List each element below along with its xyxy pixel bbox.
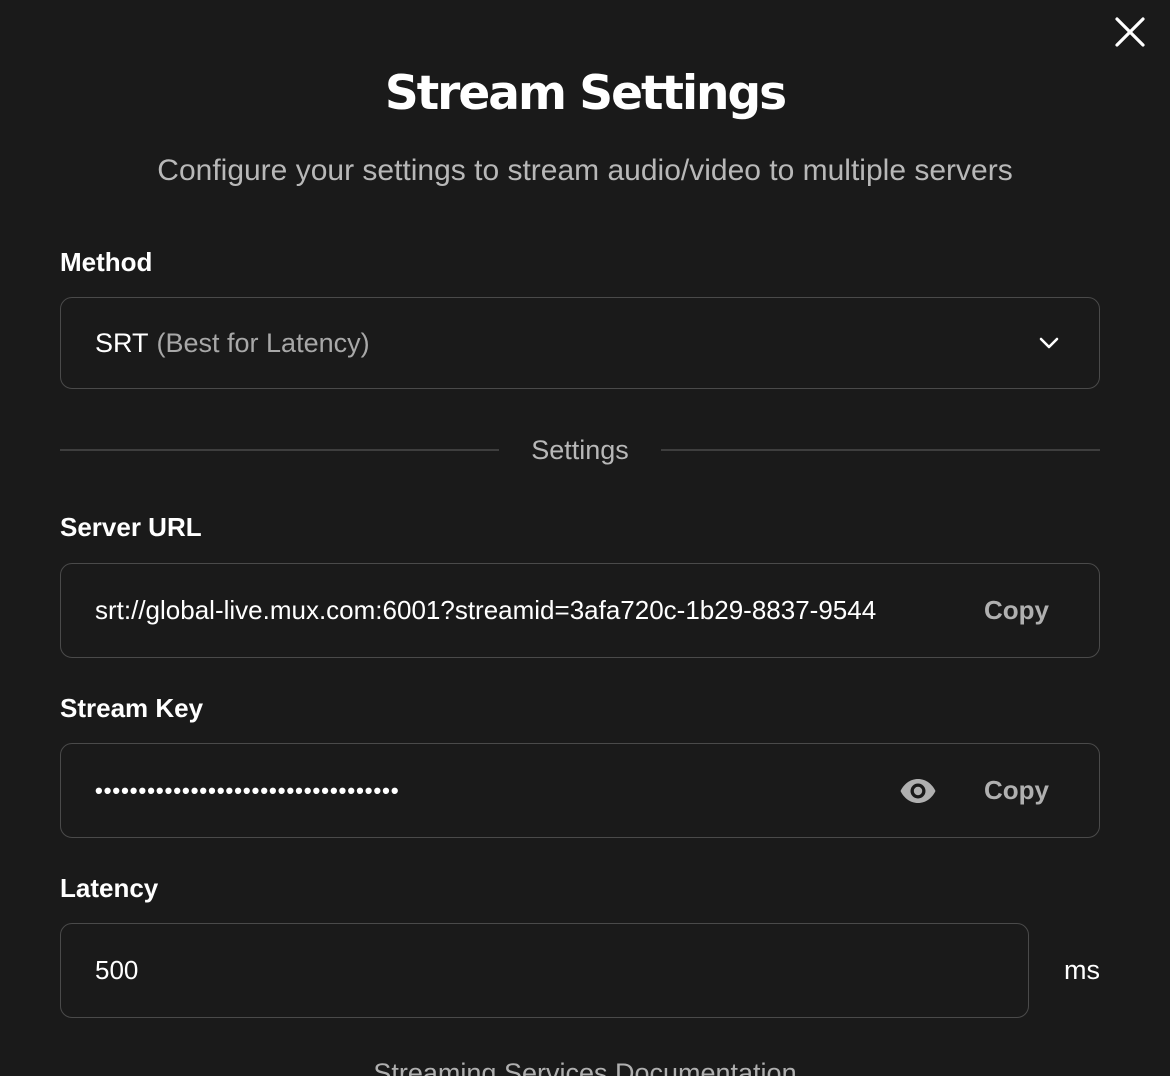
latency-field: 500 — [60, 923, 1029, 1018]
dialog-title: Stream Settings — [384, 66, 787, 121]
stream-key-label: Stream Key — [60, 693, 204, 723]
divider-line-left — [60, 449, 500, 451]
close-icon — [1115, 17, 1145, 47]
stream-settings-dialog: Stream Settings Configure your settings … — [0, 0, 1170, 1076]
divider-line-right — [660, 449, 1100, 451]
stream-key-copy-button[interactable]: Copy — [984, 775, 1049, 806]
settings-section-label: Settings — [531, 434, 629, 465]
server-url-label: Server URL — [60, 512, 202, 542]
latency-unit: ms — [1064, 955, 1100, 985]
method-label: Method — [60, 247, 153, 277]
latency-label: Latency — [60, 873, 159, 903]
chevron-down-icon — [1039, 337, 1059, 349]
method-selected-hint: (Best for Latency) — [156, 327, 370, 358]
stream-key-field: ••••••••••••••••••••••••••••••••••• Copy — [60, 743, 1100, 838]
toggle-visibility-button[interactable] — [898, 776, 938, 806]
dialog-subtitle: Configure your settings to stream audio/… — [157, 154, 1013, 187]
latency-input[interactable]: 500 — [95, 955, 994, 986]
method-selected-value: SRT — [95, 327, 149, 358]
method-select[interactable]: SRT (Best for Latency) — [60, 297, 1100, 389]
stream-key-input[interactable]: ••••••••••••••••••••••••••••••••••• — [95, 778, 898, 804]
close-button[interactable] — [1112, 14, 1148, 50]
settings-divider: Settings — [60, 430, 1100, 470]
eye-icon — [900, 778, 936, 803]
server-url-input[interactable]: srt://global-live.mux.com:6001?streamid=… — [95, 595, 960, 626]
server-url-copy-button[interactable]: Copy — [984, 595, 1049, 626]
server-url-field: srt://global-live.mux.com:6001?streamid=… — [60, 563, 1100, 658]
documentation-link[interactable]: Streaming Services Documentation — [0, 1058, 1170, 1076]
